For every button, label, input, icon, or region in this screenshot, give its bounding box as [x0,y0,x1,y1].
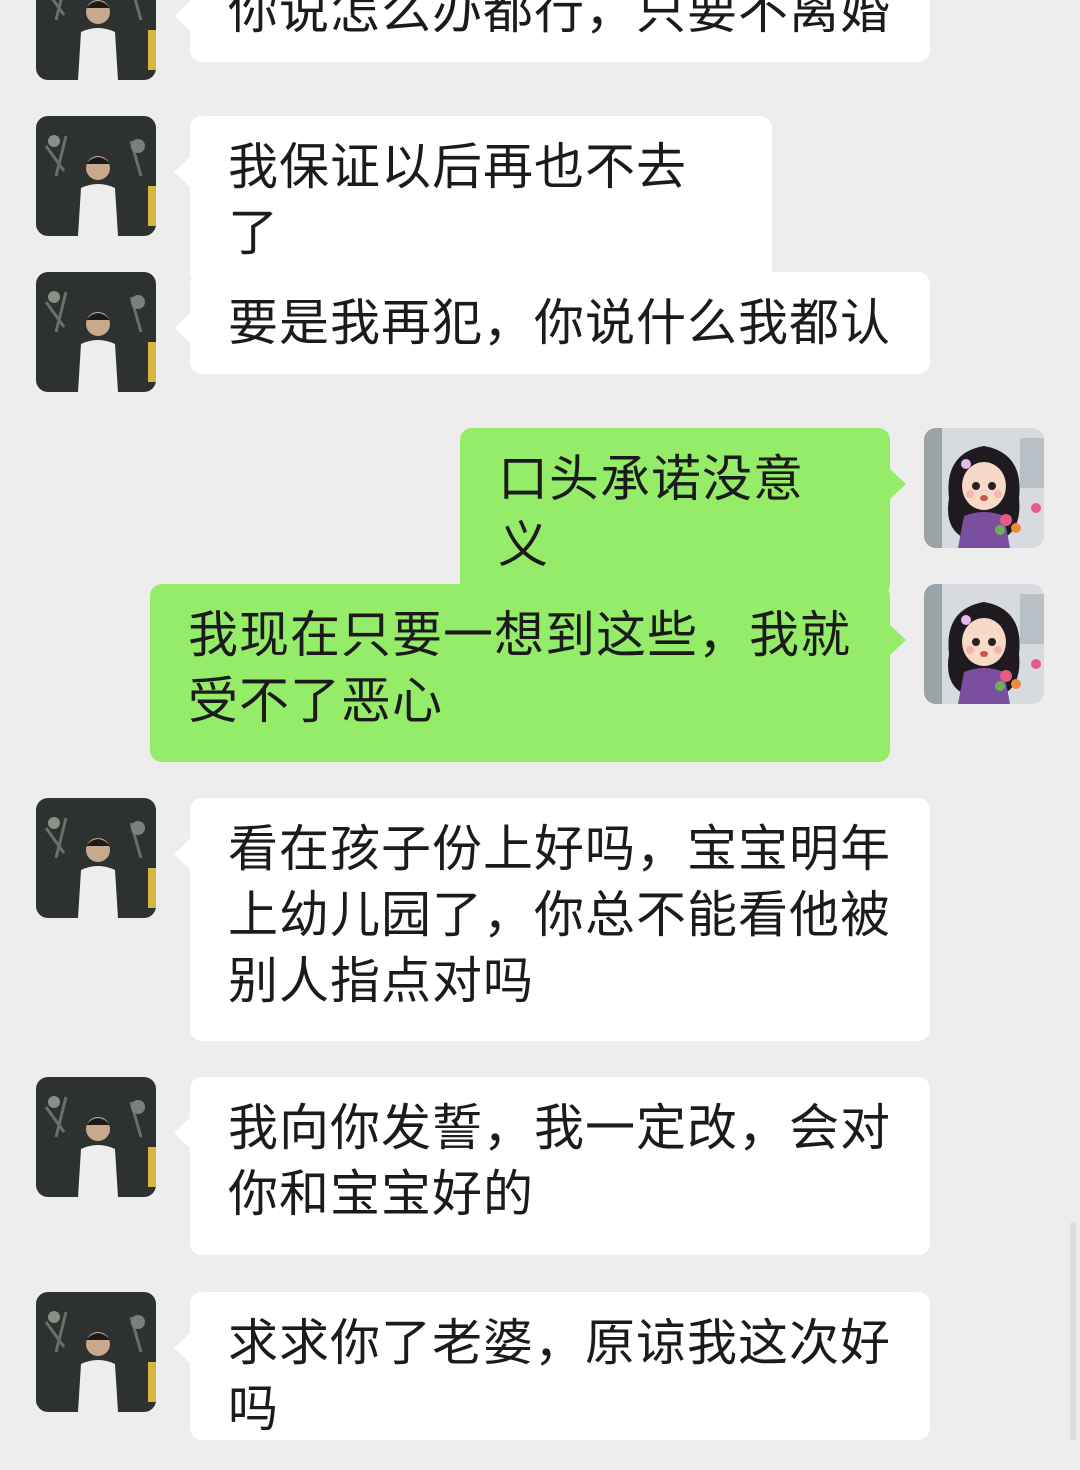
message-text: 你说怎么办都行，只要不离婚 [228,0,891,40]
message-row: 我保证以后再也不去了 [0,116,1080,284]
avatar-photo-boy-icon [36,1077,156,1197]
avatar-photo-boy-icon [36,272,156,392]
message-text: 我保证以后再也不去了 [228,138,687,262]
contact-avatar[interactable] [36,116,156,236]
chat-window[interactable]: 你说怎么办都行，只要不离婚 我保证以后再也不去了 要是我再犯，你说什么我都认 口… [0,0,1080,1440]
outgoing-message-bubble[interactable]: 我现在只要一想到这些，我就受不了恶心 [150,584,906,762]
avatar-cartoon-girl-icon [924,584,1044,704]
incoming-message-bubble[interactable]: 我向你发誓，我一定改，会对你和宝宝好的 [174,1077,930,1255]
incoming-message-bubble[interactable]: 要是我再犯，你说什么我都认 [174,272,930,374]
message-text: 口头承诺没意义 [498,450,804,574]
message-row: 我现在只要一想到这些，我就受不了恶心 [0,584,1080,762]
contact-avatar[interactable] [36,272,156,392]
incoming-message-bubble[interactable]: 看在孩子份上好吗，宝宝明年上幼儿园了，你总不能看他被别人指点对吗 [174,798,930,1041]
outgoing-message-bubble[interactable]: 口头承诺没意义 [460,428,906,596]
message-row: 求求你了老婆，原谅我这次好吗 [0,1292,1080,1470]
message-text: 求求你了老婆，原谅我这次好吗 [228,1314,891,1438]
incoming-message-bubble[interactable]: 你说怎么办都行，只要不离婚 [174,0,930,62]
contact-avatar[interactable] [36,0,156,80]
avatar-photo-boy-icon [36,1292,156,1412]
avatar-photo-boy-icon [36,0,156,80]
message-row: 看在孩子份上好吗，宝宝明年上幼儿园了，你总不能看他被别人指点对吗 [0,798,1080,1041]
message-row: 你说怎么办都行，只要不离婚 [0,0,1080,80]
scrollbar[interactable] [1070,1222,1076,1440]
contact-avatar[interactable] [36,1292,156,1412]
message-text: 要是我再犯，你说什么我都认 [228,294,891,352]
avatar-photo-boy-icon [36,798,156,918]
incoming-message-bubble[interactable]: 求求你了老婆，原谅我这次好吗 [174,1292,930,1440]
incoming-message-bubble[interactable]: 我保证以后再也不去了 [174,116,772,284]
avatar-cartoon-girl-icon [924,428,1044,548]
contact-avatar[interactable] [36,798,156,918]
message-row: 口头承诺没意义 [0,428,1080,596]
message-text: 我现在只要一想到这些，我就受不了恶心 [188,606,851,730]
self-avatar[interactable] [924,428,1044,548]
contact-avatar[interactable] [36,1077,156,1197]
message-text: 我向你发誓，我一定改，会对你和宝宝好的 [228,1099,891,1223]
message-row: 我向你发誓，我一定改，会对你和宝宝好的 [0,1077,1080,1255]
self-avatar[interactable] [924,584,1044,704]
message-row: 要是我再犯，你说什么我都认 [0,272,1080,392]
avatar-photo-boy-icon [36,116,156,236]
message-text: 看在孩子份上好吗，宝宝明年上幼儿园了，你总不能看他被别人指点对吗 [228,820,891,1010]
